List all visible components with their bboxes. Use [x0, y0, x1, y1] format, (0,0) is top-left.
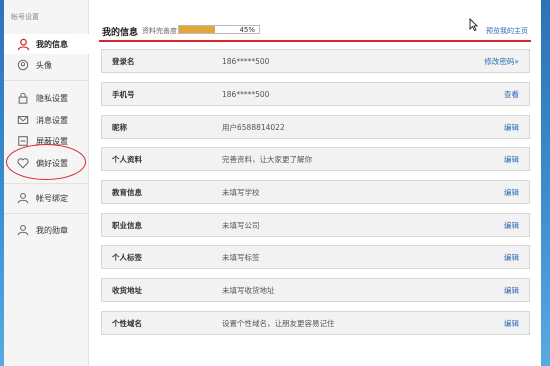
sidebar-item-label: 头像 — [36, 60, 52, 70]
mouse-cursor-icon — [469, 18, 478, 33]
row-value: 未填写公司 — [222, 220, 260, 230]
info-row-tags: 个人标签 未填写标签 编辑 — [101, 245, 530, 269]
edit-link[interactable]: 编辑 — [504, 252, 519, 263]
header-divider — [99, 40, 531, 42]
sidebar-divider — [4, 213, 88, 214]
row-key: 手机号 — [112, 89, 135, 99]
page-title: 我的信息 — [102, 28, 139, 38]
lock-icon — [16, 91, 30, 105]
profile-progress-bar: 45% — [178, 25, 260, 34]
info-row-domain: 个性域名 设置个性域名，让朋友更容易记住 编辑 — [101, 311, 530, 335]
sidebar-item-label: 我的勋章 — [36, 225, 68, 235]
info-row-education: 教育信息 未填写学校 编辑 — [101, 180, 530, 204]
sidebar-divider — [4, 80, 88, 81]
view-link[interactable]: 查看 — [504, 89, 519, 100]
edit-link[interactable]: 编辑 — [504, 122, 519, 133]
user-icon — [16, 191, 30, 205]
row-key: 职业信息 — [112, 220, 142, 230]
main-panel: 我的信息 资料完善度 45% 预览我的主页 登录名 186*****500 修改… — [89, 0, 541, 366]
info-row-phone: 手机号 186*****500 查看 — [101, 82, 530, 106]
sidebar-item-avatar[interactable]: 头像 — [4, 55, 88, 75]
row-key: 收货地址 — [112, 285, 142, 295]
info-row-nickname: 昵称 用户6588814022 编辑 — [101, 115, 530, 139]
sidebar-divider — [4, 183, 88, 184]
sidebar-item-medals[interactable]: 我的勋章 — [4, 220, 88, 240]
row-value: 未填写收货地址 — [222, 285, 275, 295]
sidebar-item-message[interactable]: 消息设置 — [4, 110, 88, 130]
avatar-icon — [16, 58, 30, 72]
progress-label: 资料完善度 — [142, 27, 177, 35]
row-value: 186*****500 — [222, 89, 270, 99]
sidebar-item-label: 帐号绑定 — [36, 193, 68, 203]
row-key: 教育信息 — [112, 187, 142, 197]
info-row-career: 职业信息 未填写公司 编辑 — [101, 213, 530, 237]
sidebar-item-label: 消息设置 — [36, 115, 68, 125]
row-key: 个性域名 — [112, 318, 142, 328]
edit-link[interactable]: 编辑 — [504, 154, 519, 165]
row-key: 昵称 — [112, 122, 127, 132]
row-key: 个人标签 — [112, 252, 142, 262]
edit-link[interactable]: 编辑 — [504, 187, 519, 198]
preview-homepage-link[interactable]: 预览我的主页 — [486, 26, 528, 36]
row-key: 登录名 — [112, 56, 135, 66]
row-key: 个人资料 — [112, 154, 142, 164]
person-red-icon — [16, 37, 30, 51]
row-value: 未填写标签 — [222, 252, 260, 262]
info-row-profile: 个人资料 完善资料，让大家更了解你 编辑 — [101, 147, 530, 171]
sidebar-item-privacy[interactable]: 隐私设置 — [4, 88, 88, 108]
row-value: 完善资料，让大家更了解你 — [222, 154, 312, 164]
sidebar-item-label: 我的信息 — [36, 39, 68, 49]
change-password-link[interactable]: 修改密码» — [484, 56, 519, 67]
sidebar-title: 帐号设置 — [11, 13, 39, 21]
sidebar-item-binding[interactable]: 帐号绑定 — [4, 188, 88, 208]
settings-window: 帐号设置 我的信息 头像 隐私设置 消息设置 屏蔽设置 偏好设置 帐号绑定 我的… — [4, 0, 541, 366]
edit-link[interactable]: 编辑 — [504, 318, 519, 329]
row-value: 设置个性域名，让朋友更容易记住 — [222, 318, 335, 328]
highlight-circle — [6, 144, 86, 180]
progress-fill — [179, 26, 215, 33]
row-value: 用户6588814022 — [222, 122, 285, 132]
info-row-address: 收货地址 未填写收货地址 编辑 — [101, 278, 530, 302]
edit-link[interactable]: 编辑 — [504, 220, 519, 231]
user-icon — [16, 223, 30, 237]
row-value: 186*****500 — [222, 56, 270, 66]
edit-link[interactable]: 编辑 — [504, 285, 519, 296]
message-icon — [16, 113, 30, 127]
sidebar-item-my-info[interactable]: 我的信息 — [4, 34, 89, 54]
row-value: 未填写学校 — [222, 187, 260, 197]
info-row-login: 登录名 186*****500 修改密码» — [101, 49, 530, 73]
sidebar: 帐号设置 我的信息 头像 隐私设置 消息设置 屏蔽设置 偏好设置 帐号绑定 我的… — [4, 0, 89, 366]
progress-value: 45% — [239, 26, 255, 34]
sidebar-item-label: 隐私设置 — [36, 93, 68, 103]
